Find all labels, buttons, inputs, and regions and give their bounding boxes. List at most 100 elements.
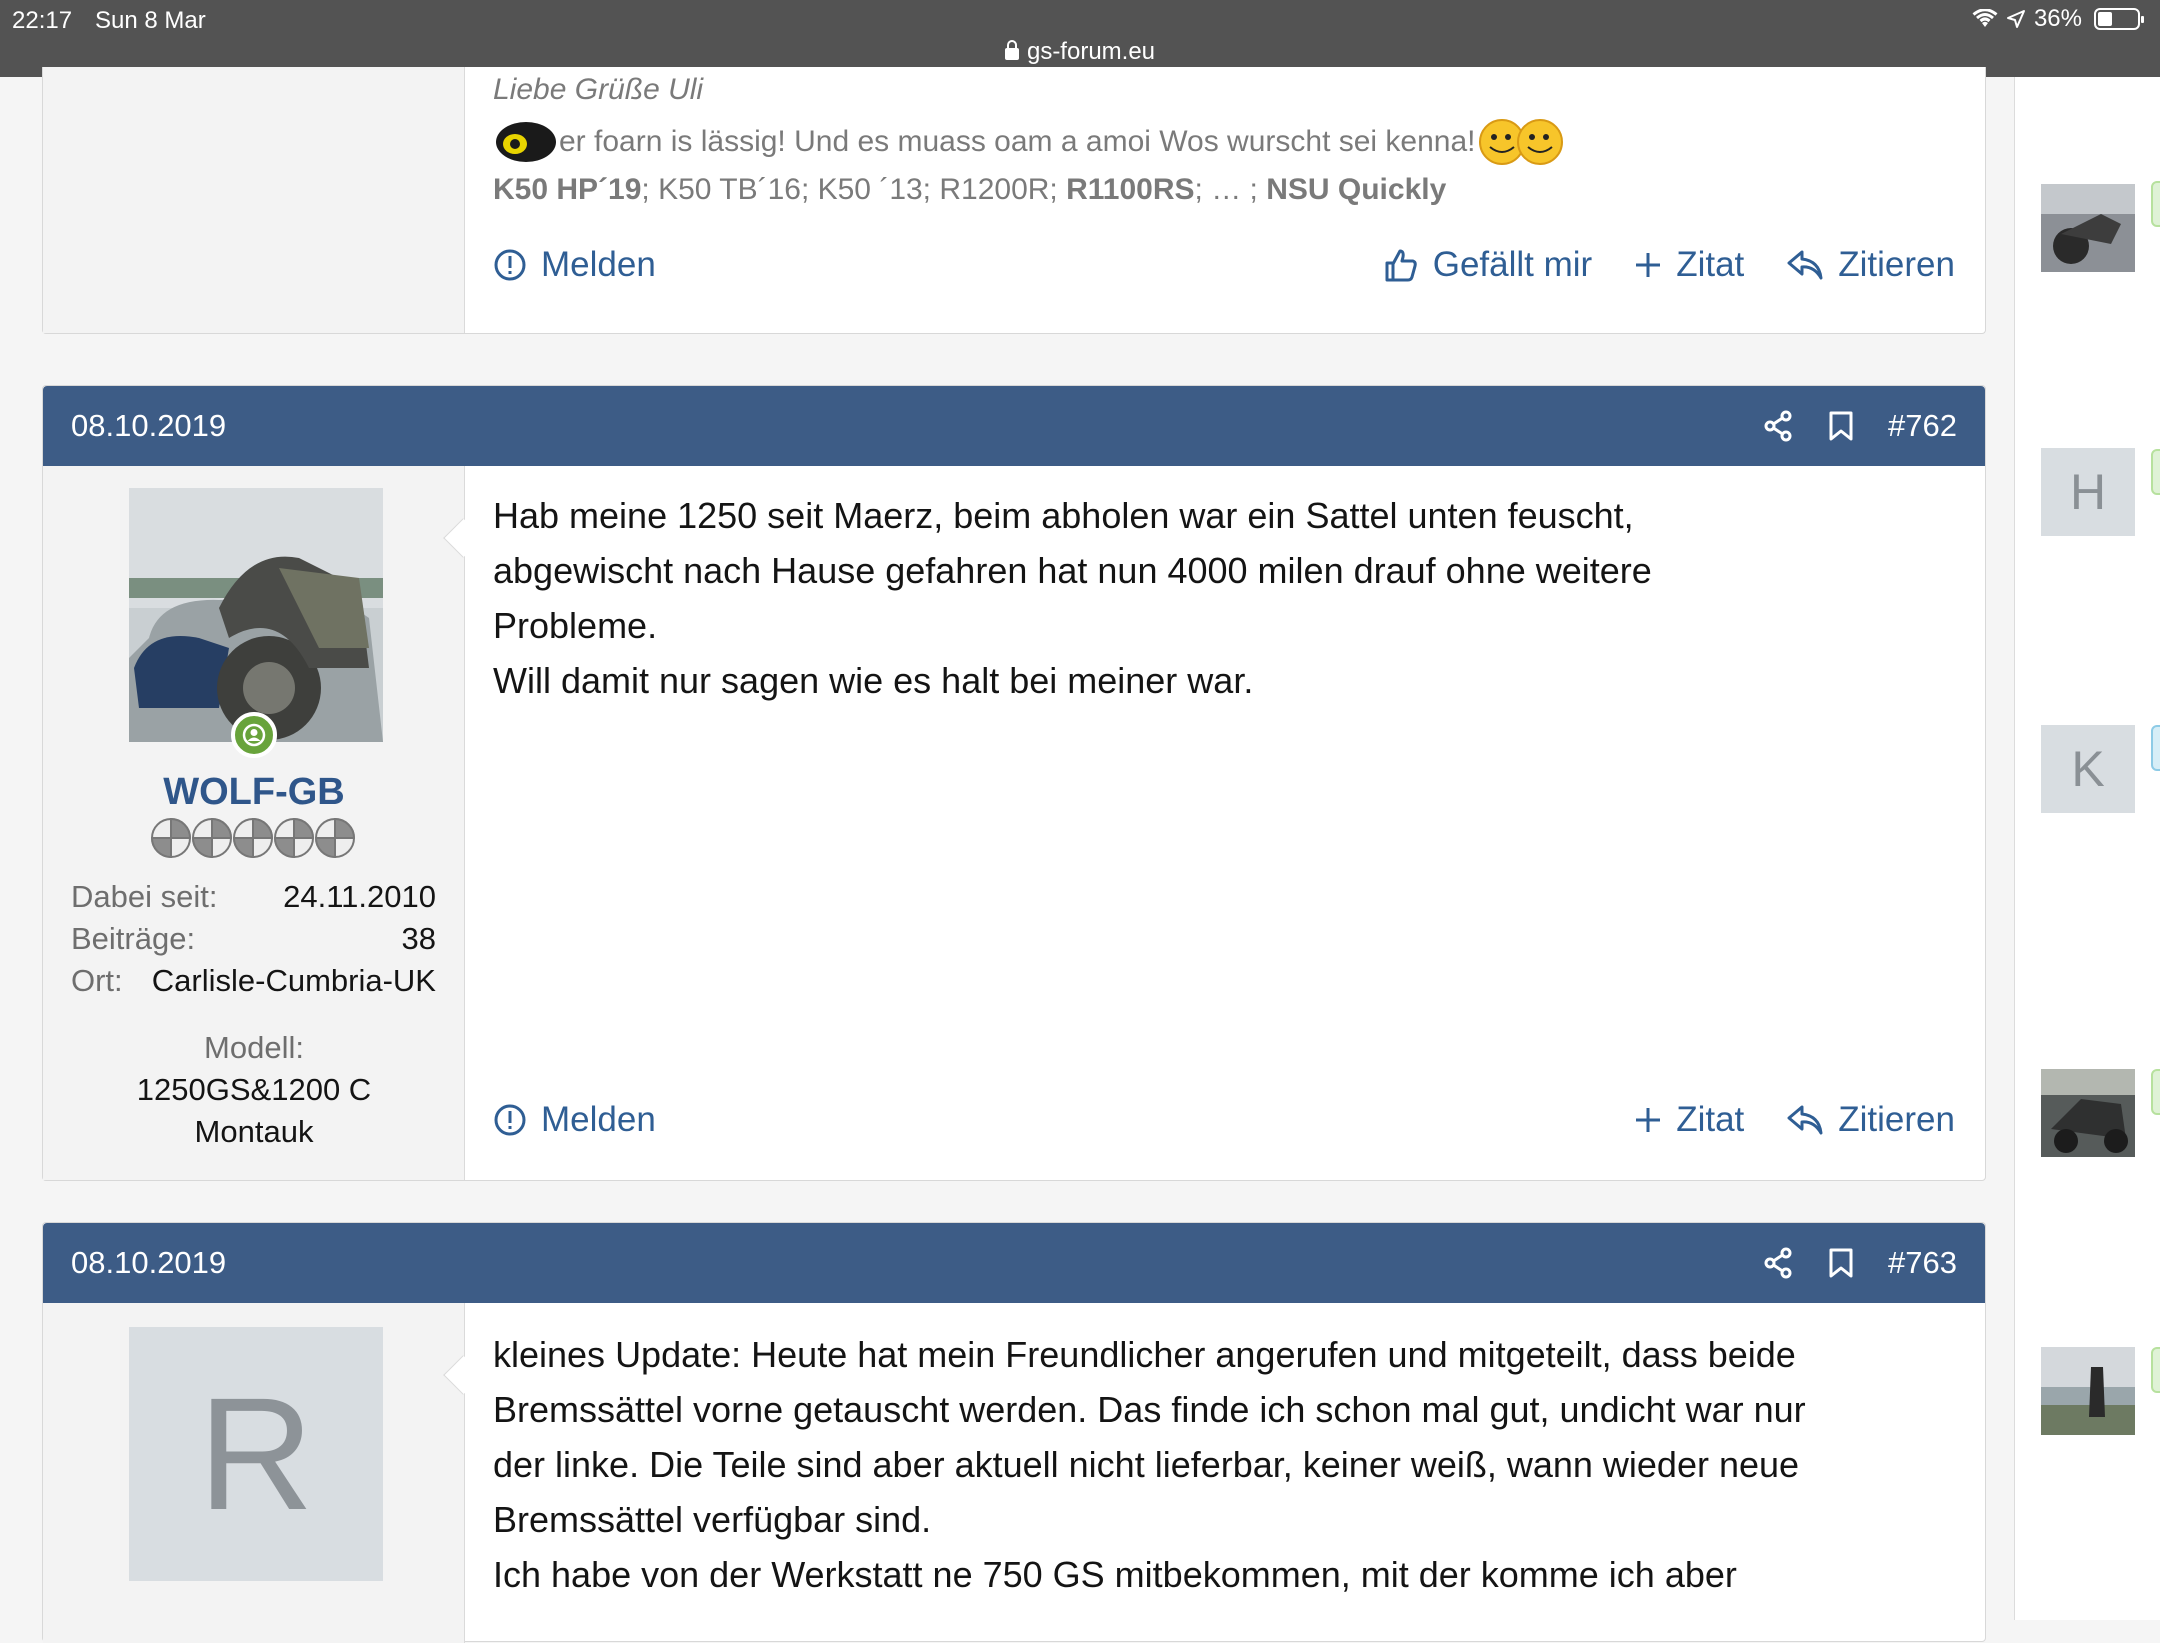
user-avatar[interactable] (129, 488, 383, 742)
plus-icon (1636, 253, 1661, 277)
message-line: kleines Update: Heute hat mein Freundlic… (493, 1334, 1796, 1375)
latest-posts-sidebar: H K (2014, 77, 2160, 1620)
message-line: Will damit nur sagen wie es halt bei mei… (493, 660, 1254, 701)
stat-value[interactable]: 38 (402, 921, 436, 957)
post-actions: Melden Gefällt mir Zitat Zitieren (493, 245, 1955, 285)
online-indicator-icon (231, 712, 277, 758)
sidebar-prefix-badge (2151, 1069, 2160, 1115)
reply-arrow-icon (1787, 1105, 1823, 1135)
message-body: Hab meine 1250 seit Maerz, beim abholen … (493, 488, 1955, 708)
multi-quote-button[interactable]: Zitat (1634, 1100, 1744, 1140)
smiley-emoji-icon (1478, 119, 1563, 165)
share-icon[interactable] (1762, 1247, 1794, 1279)
message-line: Ich habe von der Werkstatt ne 750 GS mit… (493, 1554, 1737, 1595)
battery-icon (2094, 8, 2144, 30)
reply-label: Zitieren (1838, 245, 1955, 284)
message-column: Hab meine 1250 seit Maerz, beim abholen … (443, 466, 1985, 1180)
post-date: 08.10.2019 (71, 1245, 227, 1280)
alert-circle-icon (494, 1104, 526, 1136)
model-value-line1: 1250GS&1200 C (136, 1072, 372, 1107)
thumbs-up-icon (1385, 249, 1417, 282)
date: Sun 8 Mar (95, 7, 206, 34)
message-line: Bremssättel vorne getauscht werden. Das … (493, 1389, 1806, 1430)
bike-5: NSU Quickly (1266, 173, 1447, 206)
sidebar-avatar-letter: H (2069, 464, 2107, 520)
report-label: Melden (541, 245, 656, 284)
stat-value: Carlisle-Cumbria-UK (151, 963, 436, 998)
report-label: Melden (541, 1100, 656, 1139)
reply-button[interactable]: Zitieren (1786, 245, 1955, 285)
sidebar-thumbnail[interactable] (2041, 1069, 2135, 1157)
battery-percent: 36% (2033, 5, 2082, 32)
message-line: abgewischt nach Hause gefahren hat nun 4… (493, 550, 1652, 591)
message-column: kleines Update: Heute hat mein Freundlic… (443, 1303, 1985, 1643)
stat-value: 24.11.2010 (283, 879, 436, 914)
status-icons: 36% (1972, 5, 2144, 33)
stat-label: Ort: (71, 963, 123, 998)
username[interactable]: WOLF-GB (43, 771, 465, 814)
address-bar[interactable]: gs-forum.eu (0, 38, 2160, 66)
like-button[interactable]: Gefällt mir (1383, 245, 1592, 285)
browser-status-bar: 22:17 Sun 8 Mar 36% gs-forum.eu (0, 0, 2160, 77)
thread-content: Liebe Grüße Uli er foarn is lässig! Und … (0, 67, 2014, 1643)
signature-bikes: K50 HP´19; K50 TB´16; K50 ´13; R1200R; R… (493, 173, 1446, 207)
stat-label: Beiträge: (71, 921, 196, 956)
post-number[interactable]: #762 (1888, 408, 1957, 444)
sidebar-thumbnail[interactable] (2041, 1347, 2135, 1435)
reply-arrow-icon (1787, 250, 1823, 280)
user-column (43, 67, 465, 333)
sidebar-avatar[interactable]: K (2041, 725, 2135, 813)
bike-1: K50 HP´19 (493, 173, 642, 206)
location-arrow-icon (2006, 10, 2025, 28)
message-line: der linke. Die Teile sind aber aktuell n… (493, 1444, 1800, 1485)
url-text: gs-forum.eu (1026, 38, 1156, 65)
reply-button[interactable]: Zitieren (1786, 1100, 1955, 1140)
model-label: Modell: (204, 1030, 304, 1065)
report-button[interactable]: Melden (493, 245, 1383, 285)
post-header: 08.10.2019 #763 (43, 1223, 1985, 1303)
model-value-line2: Montauk (194, 1114, 314, 1149)
post-762: 08.10.2019 #762 WOLF-GB Dabei seit: 24.1… (42, 385, 1986, 1181)
multi-quote-label: Zitat (1676, 1100, 1745, 1139)
message-line: Hab meine 1250 seit Maerz, beim abholen … (493, 495, 1634, 536)
user-avatar-letter[interactable]: R (129, 1327, 383, 1581)
post-previous: Liebe Grüße Uli er foarn is lässig! Und … (42, 67, 1986, 334)
post-actions: Melden Zitat Zitieren (493, 1100, 1955, 1140)
reply-label: Zitieren (1838, 1100, 1955, 1139)
sidebar-prefix-badge (2151, 449, 2160, 495)
wifi-icon (1972, 9, 1998, 27)
signature-motto-text: er foarn is lässig! Und es muass oam a a… (559, 125, 1476, 158)
stat-label: Dabei seit: (71, 879, 218, 914)
post-number[interactable]: #763 (1888, 1245, 1957, 1281)
report-button[interactable]: Melden (493, 1100, 1634, 1140)
rank-badge (149, 816, 359, 860)
bike-4: ; … ; (1194, 173, 1267, 206)
sidebar-avatar[interactable]: H (2041, 448, 2135, 536)
plus-icon (1636, 1108, 1661, 1132)
like-label: Gefällt mir (1432, 245, 1593, 284)
alert-circle-icon (494, 249, 526, 281)
bookmark-icon[interactable] (1828, 1247, 1854, 1279)
multi-quote-button[interactable]: Zitat (1634, 245, 1744, 285)
sidebar-prefix-badge (2151, 1347, 2160, 1393)
message-body: kleines Update: Heute hat mein Freundlic… (493, 1327, 1955, 1602)
user-column: R (43, 1303, 465, 1643)
sidebar-thumbnail[interactable] (2041, 184, 2135, 272)
share-icon[interactable] (1762, 410, 1794, 442)
signature-motto: er foarn is lässig! Und es muass oam a a… (493, 117, 1568, 167)
user-column: WOLF-GB Dabei seit: 24.11.2010 Beiträge: 3… (43, 466, 465, 1180)
stat-joined: Dabei seit: 24.11.2010 (71, 879, 436, 915)
post-date: 08.10.2019 (71, 408, 227, 443)
signature-column: Liebe Grüße Uli er foarn is lässig! Und … (465, 67, 1985, 333)
post-763: 08.10.2019 #763 R kleines Update: Heute … (42, 1222, 1986, 1643)
post-header: 08.10.2019 #762 (43, 386, 1985, 466)
helmet-emoji-icon (496, 122, 556, 162)
bike-3: R1100RS (1066, 173, 1195, 206)
avatar-letter: R (198, 1364, 314, 1543)
stat-posts: Beiträge: 38 (71, 921, 436, 957)
sidebar-prefix-badge (2151, 181, 2160, 227)
bookmark-icon[interactable] (1828, 410, 1854, 442)
message-line: Probleme. (493, 605, 658, 646)
multi-quote-label: Zitat (1676, 245, 1745, 284)
lock-icon (1004, 40, 1019, 60)
